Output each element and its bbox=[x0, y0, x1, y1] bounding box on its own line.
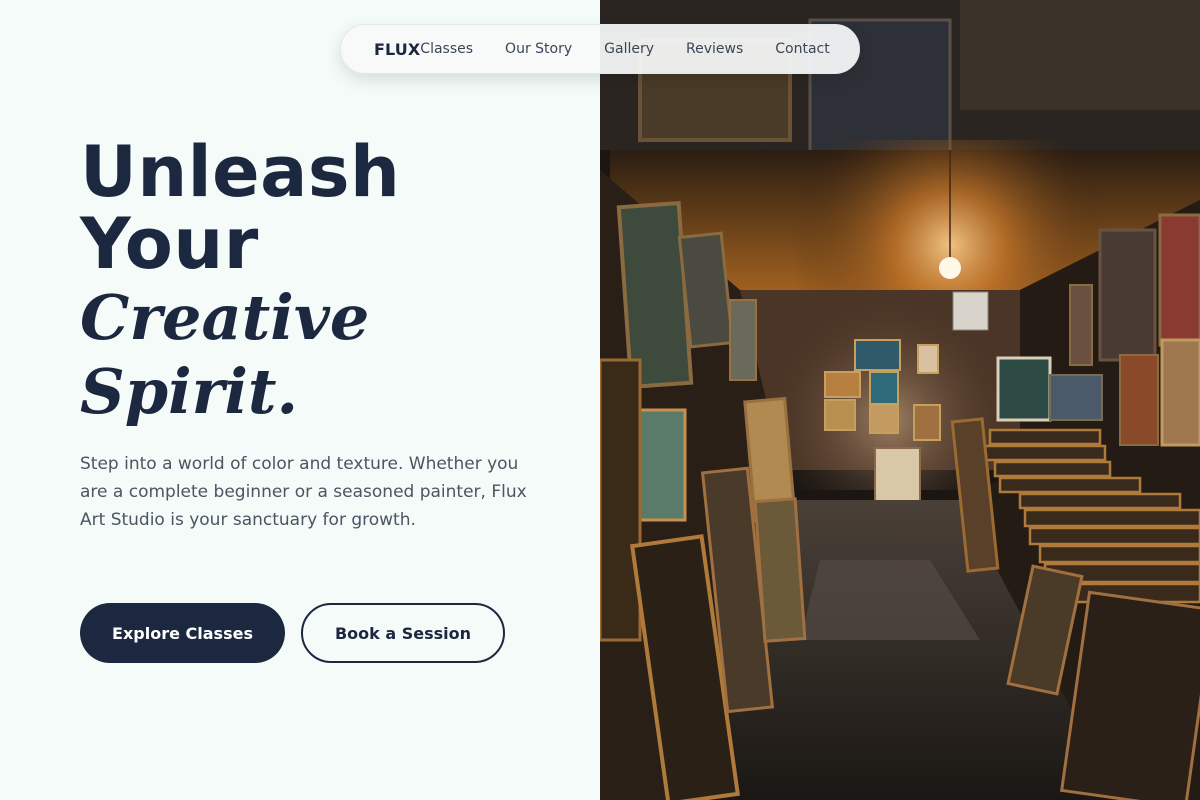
nav-link-gallery[interactable]: Gallery bbox=[604, 41, 654, 57]
nav-link-classes[interactable]: Classes bbox=[420, 41, 473, 57]
hero-description: Step into a world of color and texture. … bbox=[80, 454, 527, 530]
book-session-button[interactable]: Book a Session bbox=[301, 603, 505, 663]
art-gallery-photo bbox=[600, 0, 1200, 800]
headline-line-3: Creative bbox=[80, 281, 370, 354]
headline-line-4: Spirit. bbox=[80, 355, 299, 428]
explore-classes-button[interactable]: Explore Classes bbox=[80, 603, 285, 663]
nav-link-reviews[interactable]: Reviews bbox=[686, 41, 743, 57]
nav-link-our-story[interactable]: Our Story bbox=[505, 41, 572, 57]
headline-line-1: Unleash bbox=[80, 131, 401, 213]
brand-logo[interactable]: FLUX bbox=[374, 40, 420, 59]
headline-line-2: Your bbox=[80, 203, 259, 285]
top-navigation: FLUX Classes Our Story Gallery Reviews C… bbox=[340, 24, 860, 74]
nav-link-contact[interactable]: Contact bbox=[775, 41, 829, 57]
